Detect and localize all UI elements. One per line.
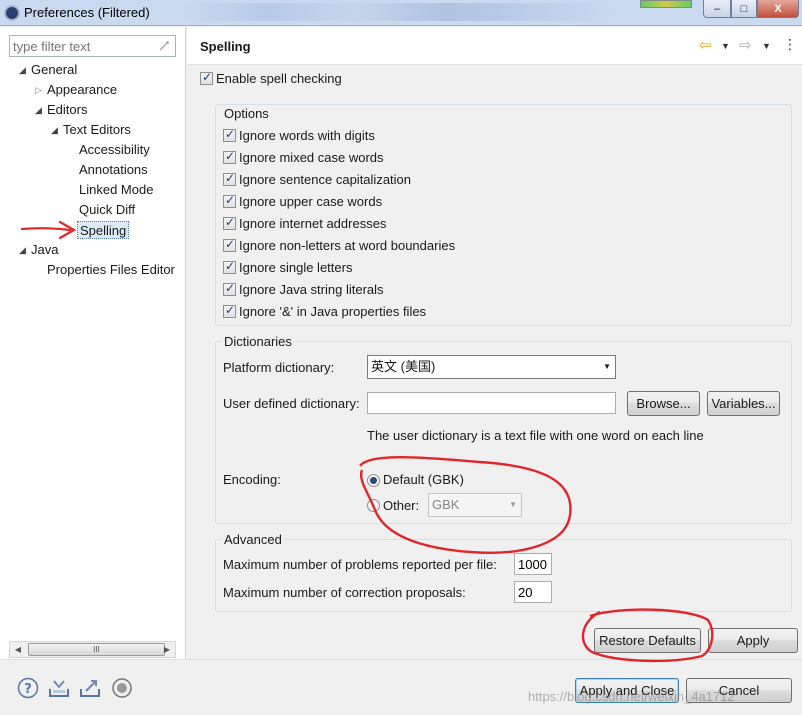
- progress-indicator: [640, 0, 692, 8]
- other-encoding-label: Other:: [383, 498, 420, 513]
- help-icon[interactable]: ?: [17, 677, 39, 699]
- option-label: Ignore words with digits: [239, 128, 375, 143]
- ignore-upper-case-checkbox[interactable]: [223, 193, 236, 208]
- enable-spell-checking-checkbox[interactable]: [200, 70, 213, 85]
- encoding-label: Encoding:: [223, 472, 281, 487]
- ignore-mixed-case-checkbox[interactable]: [223, 149, 236, 164]
- scroll-right-icon[interactable]: ▶: [159, 642, 175, 657]
- options-group-title: Options: [222, 106, 271, 121]
- platform-dictionary-label: Platform dictionary:: [223, 360, 335, 375]
- back-menu-chevron-icon[interactable]: ▼: [721, 38, 730, 54]
- export-icon[interactable]: [79, 677, 101, 699]
- blurred-background: [180, 3, 620, 21]
- dropdown-arrow-icon[interactable]: ▼: [603, 356, 611, 378]
- max-proposals-label: Maximum number of correction proposals:: [223, 585, 466, 600]
- ignore-internet-addresses-checkbox[interactable]: [223, 215, 236, 230]
- tree-item-text-editors[interactable]: Text Editors: [63, 121, 131, 139]
- ignore-non-letters-checkbox[interactable]: [223, 237, 236, 252]
- default-encoding-radio[interactable]: [367, 474, 380, 487]
- maximize-button[interactable]: □: [731, 0, 757, 18]
- user-dictionary-hint: The user dictionary is a text file with …: [367, 428, 704, 443]
- option-label: Ignore upper case words: [239, 194, 383, 209]
- svg-text:?: ?: [24, 682, 32, 697]
- ignore-single-letters-checkbox[interactable]: [223, 259, 236, 274]
- tree-item-properties-files-editor[interactable]: Properties Files Editor: [47, 261, 175, 279]
- tree-item-linked-mode[interactable]: Linked Mode: [79, 181, 153, 199]
- collapse-arrow-icon[interactable]: ▷: [35, 81, 42, 99]
- scroll-left-icon[interactable]: ◀: [10, 642, 26, 657]
- back-arrow-icon[interactable]: ⇦: [699, 38, 712, 54]
- max-problems-input[interactable]: [514, 553, 552, 575]
- advanced-group: [215, 539, 792, 612]
- option-label: Ignore mixed case words: [239, 150, 384, 165]
- max-proposals-input[interactable]: [514, 581, 552, 603]
- enable-spell-checking-label: Enable spell checking: [216, 71, 342, 86]
- import-icon[interactable]: [48, 677, 70, 699]
- tree-item-spelling[interactable]: Spelling: [77, 221, 130, 239]
- default-encoding-label: Default (GBK): [383, 472, 464, 487]
- option-label: Ignore '&' in Java properties files: [239, 304, 427, 319]
- restore-defaults-button[interactable]: Restore Defaults: [594, 628, 701, 653]
- tree-item-accessibility[interactable]: Accessibility: [79, 141, 150, 159]
- platform-dictionary-select[interactable]: 英文 (美国) ▼: [367, 355, 616, 379]
- minimize-button[interactable]: ‒: [703, 0, 731, 18]
- option-label: Ignore single letters: [239, 260, 353, 275]
- filter-input[interactable]: [10, 36, 150, 56]
- user-dictionary-label: User defined dictionary:: [223, 396, 360, 411]
- other-encoding-radio[interactable]: [367, 499, 380, 512]
- max-problems-label: Maximum number of problems reported per …: [223, 557, 497, 572]
- option-label: Ignore Java string literals: [239, 282, 384, 297]
- expand-arrow-icon[interactable]: ◢: [51, 121, 58, 139]
- close-button[interactable]: X: [757, 0, 799, 18]
- advanced-group-title: Advanced: [222, 532, 284, 547]
- dictionaries-group-title: Dictionaries: [222, 334, 294, 349]
- tree-item-java[interactable]: Java: [31, 241, 58, 259]
- expand-arrow-icon[interactable]: ◢: [19, 241, 26, 259]
- ignore-words-with-digits-checkbox[interactable]: [223, 127, 236, 142]
- forward-menu-chevron-icon[interactable]: ▼: [762, 38, 771, 54]
- user-dictionary-input[interactable]: [367, 392, 616, 414]
- option-label: Ignore non-letters at word boundaries: [239, 238, 456, 253]
- clear-filter-icon[interactable]: [157, 39, 171, 53]
- browse-button[interactable]: Browse...: [627, 391, 700, 416]
- ignore-java-string-literals-checkbox[interactable]: [223, 281, 236, 296]
- record-icon[interactable]: [111, 677, 133, 699]
- option-label: Ignore sentence capitalization: [239, 172, 412, 187]
- platform-dictionary-value: 英文 (美国): [371, 359, 436, 374]
- other-encoding-value: GBK: [432, 497, 460, 512]
- expand-arrow-icon[interactable]: ◢: [35, 101, 42, 119]
- expand-arrow-icon[interactable]: ◢: [19, 61, 26, 79]
- scroll-thumb[interactable]: III: [28, 643, 165, 656]
- tree-item-annotations[interactable]: Annotations: [79, 161, 148, 179]
- page-title: Spelling: [200, 39, 251, 54]
- option-label: Ignore internet addresses: [239, 216, 387, 231]
- horizontal-scrollbar[interactable]: ◀ III ▶: [9, 641, 176, 658]
- window-title: Preferences (Filtered): [24, 5, 150, 20]
- variables-button[interactable]: Variables...: [707, 391, 780, 416]
- ignore-sentence-capitalization-checkbox[interactable]: [223, 171, 236, 186]
- dropdown-arrow-icon[interactable]: ▼: [509, 494, 517, 516]
- tree-item-quick-diff[interactable]: Quick Diff: [79, 201, 135, 219]
- tree-item-general[interactable]: General: [31, 61, 77, 79]
- forward-arrow-icon[interactable]: ⇨: [739, 38, 752, 54]
- tree-item-editors[interactable]: Editors: [47, 101, 87, 119]
- filter-field[interactable]: [9, 35, 176, 57]
- tree-item-appearance[interactable]: Appearance: [47, 81, 117, 99]
- other-encoding-select[interactable]: GBK ▼: [428, 493, 522, 517]
- view-menu-icon[interactable]: ⋮: [783, 36, 797, 52]
- eclipse-app-icon: [4, 5, 20, 21]
- watermark: https://blog.csdn.net/weixin_4a1712: [528, 689, 735, 704]
- ignore-ampersand-checkbox[interactable]: [223, 303, 236, 318]
- apply-button[interactable]: Apply: [708, 628, 798, 653]
